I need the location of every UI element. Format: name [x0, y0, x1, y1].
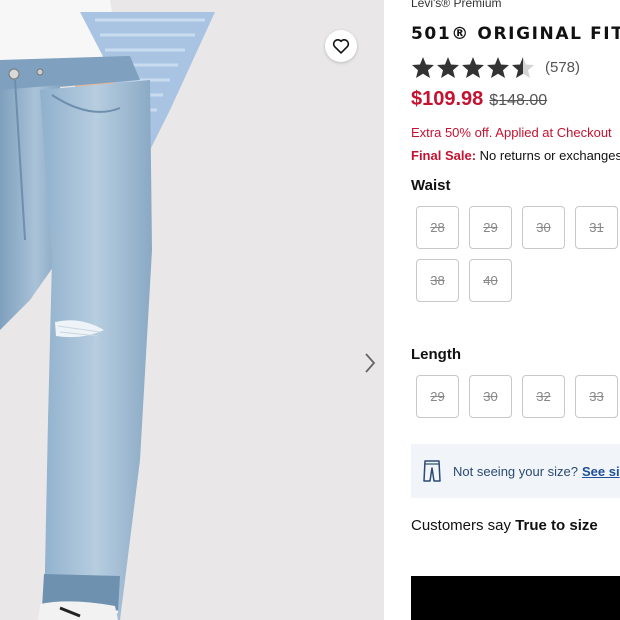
- waist-options: 28 29 30 31 38 40: [416, 206, 620, 312]
- brand-name[interactable]: Levi's® Premium: [411, 0, 502, 10]
- size-help-text: Not seeing your size?: [453, 463, 579, 479]
- waist-option[interactable]: 40: [469, 259, 512, 302]
- promo-text: Extra 50% off. Applied at Checkout: [411, 125, 612, 140]
- review-count[interactable]: (578): [545, 59, 580, 76]
- heart-icon: [332, 39, 350, 54]
- original-price: $148.00: [489, 92, 548, 109]
- final-sale-notice: Final Sale: No returns or exchanges: [411, 148, 620, 163]
- length-option[interactable]: 29: [416, 375, 459, 418]
- waist-label: Waist: [411, 177, 451, 194]
- sale-price: $109.98: [411, 88, 484, 110]
- add-to-bag-button[interactable]: [411, 576, 620, 620]
- star-full-icon: [437, 57, 459, 78]
- product-rating[interactable]: (578): [411, 56, 580, 79]
- chevron-right-icon: [365, 353, 376, 373]
- waist-option[interactable]: 30: [522, 206, 565, 249]
- length-label: Length: [411, 346, 461, 363]
- final-sale-label: Final Sale:: [411, 148, 477, 163]
- star-full-icon: [412, 57, 434, 78]
- favorite-button[interactable]: [325, 30, 357, 62]
- length-option[interactable]: 32: [522, 375, 565, 418]
- jeans-icon: [423, 460, 441, 482]
- length-option[interactable]: 30: [469, 375, 512, 418]
- price-row: $109.98 $148.00: [411, 88, 547, 111]
- final-sale-text: No returns or exchanges: [476, 148, 620, 163]
- product-image-gallery[interactable]: [0, 0, 384, 620]
- star-full-icon: [487, 57, 509, 78]
- waist-option[interactable]: 38: [416, 259, 459, 302]
- length-options: 29 30 32 33: [416, 375, 620, 428]
- next-image-button[interactable]: [359, 348, 381, 378]
- waist-option[interactable]: 28: [416, 206, 459, 249]
- fit-feedback: Customers say True to size: [411, 517, 598, 534]
- size-guide-link[interactable]: See si: [582, 464, 620, 479]
- star-full-icon: [462, 57, 484, 78]
- product-photo: [0, 0, 215, 620]
- fit-feedback-verdict: True to size: [515, 517, 598, 534]
- length-option[interactable]: 33: [575, 375, 618, 418]
- product-info-panel: Levi's® Premium 501® ORIGINAL FIT SE (57…: [411, 0, 620, 620]
- size-help-banner: Not seeing your size? See si: [411, 444, 620, 498]
- waist-option[interactable]: 29: [469, 206, 512, 249]
- waist-option[interactable]: 31: [575, 206, 618, 249]
- fit-feedback-prefix: Customers say: [411, 517, 516, 534]
- star-half-icon: [512, 57, 534, 78]
- product-title: 501® ORIGINAL FIT SE: [411, 24, 620, 44]
- star-rating: [411, 56, 536, 79]
